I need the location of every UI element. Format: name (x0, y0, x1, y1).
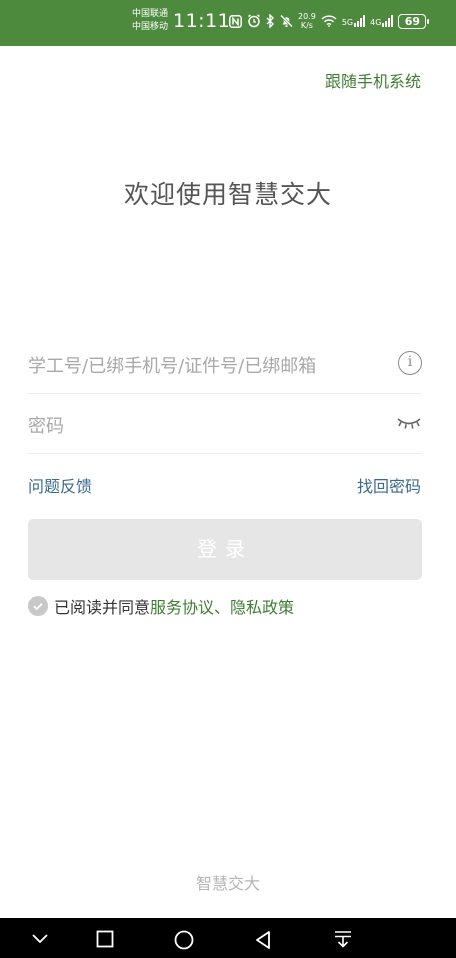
nfc-icon (229, 14, 242, 28)
welcome-title: 欢迎使用智慧交大 (123, 180, 332, 209)
signal-4g-label: 4G (370, 18, 382, 27)
account-input[interactable]: 学工号/已绑手机号/证件号/已绑邮箱 (28, 352, 316, 378)
status-bar: 中国联通 中国移动 11:11 20.9 K/s 5G 4G 69 (0, 0, 456, 46)
feedback-link[interactable]: 问题反馈 (28, 473, 92, 497)
status-time: 11:11 (173, 10, 231, 32)
carrier-2: 中国移动 (132, 22, 169, 32)
battery-level: 69 (404, 14, 421, 28)
eye-closed-icon[interactable] (396, 416, 422, 430)
network-speed: 20.9 K/s (298, 12, 316, 30)
nav-back-icon[interactable] (254, 930, 272, 950)
password-field[interactable]: 密码 (28, 394, 422, 454)
nav-home-icon[interactable] (174, 930, 194, 950)
battery-icon: 69 (398, 13, 430, 29)
alarm-icon (248, 14, 260, 28)
bluetooth-icon (266, 14, 274, 28)
password-input[interactable]: 密码 (28, 412, 64, 438)
info-icon[interactable]: i (398, 351, 422, 375)
carrier-info: 中国联通 中国移动 (132, 8, 168, 34)
login-button[interactable]: 登录 (28, 519, 422, 580)
forgot-password-link[interactable]: 找回密码 (357, 473, 421, 497)
account-field[interactable]: 学工号/已绑手机号/证件号/已绑邮箱 i (28, 334, 422, 394)
checkmark-icon (33, 602, 43, 611)
carrier-1: 中国联通 (132, 9, 169, 19)
signal-5g-label: 5G (341, 18, 354, 27)
nav-collapse-icon[interactable] (31, 930, 49, 946)
agreement-row: 已阅读并同意 服务协议、隐私政策 (28, 594, 294, 618)
wifi-icon (321, 15, 337, 27)
nav-notification-pull-icon[interactable] (334, 930, 352, 948)
agreement-checkbox[interactable] (28, 596, 48, 616)
follow-system-button[interactable]: 跟随手机系统 (325, 68, 421, 92)
system-nav-bar (0, 918, 456, 958)
network-speed-value: 20.9 (298, 12, 316, 21)
mute-icon (280, 14, 293, 28)
agreement-text: 已阅读并同意 (54, 598, 151, 617)
network-speed-unit: K/s (300, 21, 313, 30)
signal-4g: 4G (370, 15, 394, 27)
status-icons: 20.9 K/s 5G 4G 69 (229, 11, 430, 31)
nav-recent-apps-icon[interactable] (96, 930, 114, 948)
terms-link[interactable]: 服务协议、隐私政策 (150, 594, 294, 618)
footer-brand: 智慧交大 (195, 874, 260, 893)
signal-5g: 5G (341, 15, 366, 27)
